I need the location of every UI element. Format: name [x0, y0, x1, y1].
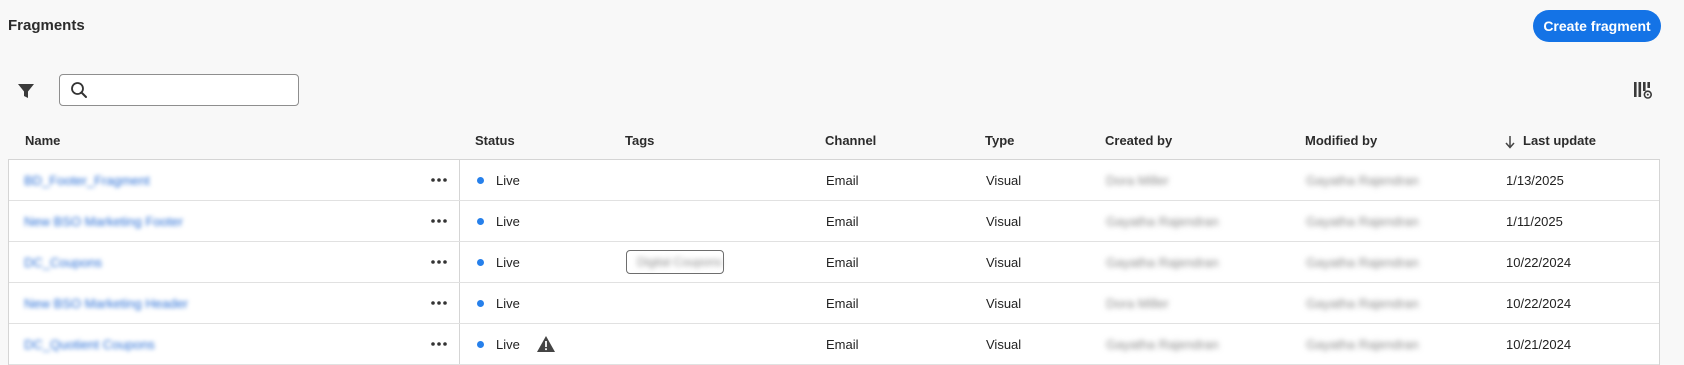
more-horizontal-icon	[431, 260, 447, 264]
type-cell: Visual	[986, 336, 1022, 352]
channel-cell: Email	[826, 172, 859, 188]
status-label: Live	[496, 254, 520, 270]
column-header-modified-by[interactable]: Modified by	[1305, 133, 1377, 148]
status-label: Live	[496, 213, 520, 229]
table-row[interactable]: DC_Coupons Live Digital Coupons Email Vi…	[9, 242, 1659, 283]
fragment-name-link[interactable]: BD_Footer_Fragment	[24, 160, 150, 200]
arrow-down-icon[interactable]	[1504, 135, 1516, 149]
fragment-name-link[interactable]: DC_Coupons	[24, 242, 102, 282]
warning-icon[interactable]	[536, 335, 556, 353]
status-dot	[477, 217, 484, 225]
more-actions-button[interactable]	[427, 160, 451, 200]
created-by-cell: Gayatha Rajendran	[1106, 336, 1219, 352]
fragment-name-link[interactable]: DC_Quotient Coupons	[24, 324, 155, 364]
column-header-created-by[interactable]: Created by	[1105, 133, 1172, 148]
more-horizontal-icon	[431, 342, 447, 346]
type-cell: Visual	[986, 172, 1022, 188]
type-cell: Visual	[986, 213, 1022, 229]
status-dot	[477, 299, 484, 307]
table-row[interactable]: DC_Quotient Coupons Live Email Visual Ga…	[9, 324, 1659, 365]
more-actions-button[interactable]	[427, 201, 451, 241]
column-header-tags[interactable]: Tags	[625, 133, 654, 148]
more-horizontal-icon	[431, 301, 447, 305]
search-field[interactable]	[59, 74, 299, 106]
more-actions-button[interactable]	[427, 242, 451, 282]
table-row[interactable]: New BSO Marketing Header Live Email Visu…	[9, 283, 1659, 324]
status-label: Live	[496, 336, 520, 352]
channel-cell: Email	[826, 213, 859, 229]
column-header-last-update[interactable]: Last update	[1523, 133, 1596, 148]
created-by-cell: Gayatha Rajendran	[1106, 213, 1219, 229]
status-label: Live	[496, 172, 520, 188]
column-header-type[interactable]: Type	[985, 133, 1014, 148]
search-icon	[71, 82, 87, 98]
search-input[interactable]	[96, 79, 292, 101]
fragment-name-link[interactable]: New BSO Marketing Header	[24, 283, 188, 323]
more-horizontal-icon	[431, 178, 447, 182]
modified-by-cell: Gayatha Rajendran	[1306, 213, 1419, 229]
channel-cell: Email	[826, 295, 859, 311]
status-cell: Live	[477, 283, 520, 323]
column-header-status[interactable]: Status	[475, 133, 515, 148]
more-horizontal-icon	[431, 219, 447, 223]
status-dot	[477, 340, 484, 348]
channel-cell: Email	[826, 254, 859, 270]
table-row[interactable]: New BSO Marketing Footer Live Email Visu…	[9, 201, 1659, 242]
filter-icon[interactable]	[15, 80, 37, 102]
status-cell: Live	[477, 160, 520, 200]
status-cell: Live	[477, 324, 556, 364]
created-by-cell: Dora Miller	[1106, 172, 1169, 188]
table-header: Name Status Tags Channel Type Created by…	[8, 133, 1660, 153]
tag-chip[interactable]: Digital Coupons	[626, 250, 724, 274]
last-update-cell: 10/21/2024	[1506, 336, 1572, 352]
status-cell: Live	[477, 201, 520, 241]
column-settings-icon[interactable]	[1633, 80, 1655, 102]
modified-by-cell: Gayatha Rajendran	[1306, 254, 1419, 270]
create-fragment-button[interactable]: Create fragment	[1533, 10, 1661, 42]
tags-cell: Digital Coupons	[626, 242, 724, 282]
modified-by-cell: Gayatha Rajendran	[1306, 295, 1419, 311]
more-actions-button[interactable]	[427, 324, 451, 364]
column-header-name[interactable]: Name	[25, 133, 60, 148]
fragment-name-link[interactable]: New BSO Marketing Footer	[24, 201, 183, 241]
last-update-cell: 1/13/2025	[1506, 172, 1564, 188]
table-row[interactable]: BD_Footer_Fragment Live Email Visual Dor…	[9, 160, 1659, 201]
status-cell: Live	[477, 242, 520, 282]
status-label: Live	[496, 295, 520, 311]
status-dot	[477, 176, 484, 184]
modified-by-cell: Gayatha Rajendran	[1306, 336, 1419, 352]
last-update-cell: 10/22/2024	[1506, 295, 1572, 311]
modified-by-cell: Gayatha Rajendran	[1306, 172, 1419, 188]
channel-cell: Email	[826, 336, 859, 352]
type-cell: Visual	[986, 254, 1022, 270]
more-actions-button[interactable]	[427, 283, 451, 323]
created-by-cell: Gayatha Rajendran	[1106, 254, 1219, 270]
column-header-channel[interactable]: Channel	[825, 133, 876, 148]
status-dot	[477, 258, 484, 266]
page-title: Fragments	[8, 17, 85, 34]
type-cell: Visual	[986, 295, 1022, 311]
fragments-table: BD_Footer_Fragment Live Email Visual Dor…	[8, 159, 1660, 365]
created-by-cell: Dora Miller	[1106, 295, 1169, 311]
last-update-cell: 1/11/2025	[1506, 213, 1563, 229]
last-update-cell: 10/22/2024	[1506, 254, 1572, 270]
